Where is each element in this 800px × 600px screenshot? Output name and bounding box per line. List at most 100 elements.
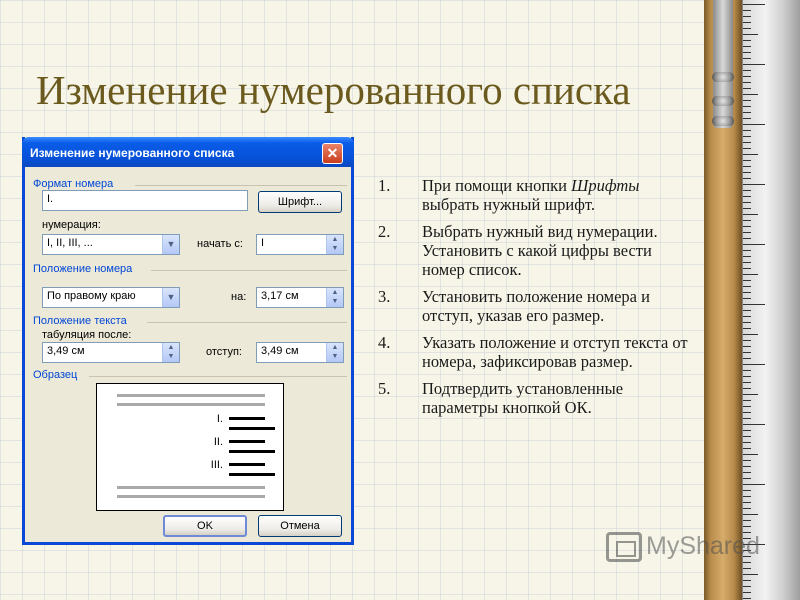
- ruler-ring: [712, 116, 734, 126]
- tab-value: 3,49 см: [47, 345, 85, 357]
- ruler-tick: [743, 118, 751, 119]
- ruler-tick: [743, 178, 751, 179]
- ruler-tick: [743, 514, 758, 515]
- at-spinner[interactable]: 3,17 см ▲ ▼: [256, 287, 344, 308]
- group-divider: [135, 185, 347, 186]
- sample-preview: I. II. III.: [96, 383, 284, 511]
- ruler-tick: [743, 454, 758, 455]
- spinner-arrows-icon[interactable]: ▲ ▼: [162, 343, 179, 362]
- preview-line: [229, 427, 275, 430]
- ruler-tick: [743, 352, 751, 353]
- ruler-tick: [743, 184, 765, 185]
- numbering-select[interactable]: I, II, III, ... ▼: [42, 234, 180, 255]
- ruler-tick: [743, 586, 751, 587]
- preview-line: [229, 450, 275, 453]
- step-text: выбрать нужный шрифт.: [422, 195, 595, 214]
- ruler-tick: [743, 436, 751, 437]
- ruler-tick: [743, 526, 751, 527]
- ruler-tick: [743, 310, 751, 311]
- ruler-tick: [743, 520, 751, 521]
- ruler-tick: [743, 262, 751, 263]
- ruler-tick: [743, 304, 765, 305]
- dialog-titlebar[interactable]: Изменение нумерованного списка ✕: [22, 137, 354, 167]
- ruler-tick: [743, 220, 751, 221]
- ruler-tick: [743, 34, 758, 35]
- chevron-down-icon: ▼: [162, 288, 179, 307]
- step-number: 5.: [378, 379, 391, 398]
- preview-bar: [117, 394, 265, 397]
- font-button[interactable]: Шрифт...: [258, 191, 342, 213]
- ruler-tick: [743, 40, 751, 41]
- position-select[interactable]: По правому краю ▼: [42, 287, 180, 308]
- ruler-tick: [743, 10, 751, 11]
- preview-bar: [117, 495, 265, 498]
- ruler-tick: [743, 136, 751, 137]
- ruler-tick: [743, 322, 751, 323]
- indent-spinner[interactable]: 3,49 см ▲ ▼: [256, 342, 344, 363]
- ruler-tick: [743, 154, 758, 155]
- text-group-label: Положение текста: [33, 315, 127, 327]
- step-item: 5. Подтвердить установленные параметры кн…: [378, 379, 698, 417]
- spinner-arrows-icon[interactable]: ▲ ▼: [326, 235, 343, 254]
- step-text: Указать положение и отступ текста от ном…: [422, 333, 688, 371]
- group-divider: [89, 376, 347, 377]
- preview-line: [229, 440, 265, 443]
- at-label: на:: [231, 291, 247, 303]
- ruler-tick: [743, 16, 751, 17]
- ruler-tick: [743, 52, 751, 53]
- preview-line: [229, 463, 265, 466]
- ruler-tick: [743, 190, 751, 191]
- step-emphasis: Шрифты: [571, 176, 640, 195]
- ruler-ring: [712, 96, 734, 106]
- ruler-tick: [743, 418, 751, 419]
- ruler-tick: [743, 202, 751, 203]
- ruler-tick: [743, 508, 751, 509]
- spinner-arrows-icon[interactable]: ▲ ▼: [326, 343, 343, 362]
- start-spinner[interactable]: I ▲ ▼: [256, 234, 344, 255]
- tab-spinner[interactable]: 3,49 см ▲ ▼: [42, 342, 180, 363]
- ruler-tick: [743, 88, 751, 89]
- ruler-tick: [743, 58, 751, 59]
- ruler-tick: [743, 496, 751, 497]
- cancel-button[interactable]: Отмена: [258, 515, 342, 537]
- wooden-ruler: [704, 0, 742, 600]
- ruler-tick: [743, 238, 751, 239]
- close-button[interactable]: ✕: [322, 143, 343, 164]
- slide-title: Изменение нумерованного списка: [36, 67, 631, 113]
- ruler-tick: [743, 328, 751, 329]
- ruler-tick: [743, 244, 765, 245]
- ruler-tick: [743, 580, 751, 581]
- preview-line: [229, 417, 265, 420]
- position-value: По правому краю: [47, 290, 136, 302]
- format-input[interactable]: I.: [42, 190, 248, 211]
- ruler-tick: [743, 466, 751, 467]
- ruler-tick: [743, 400, 751, 401]
- ruler-ring: [712, 72, 734, 82]
- ruler-tick: [743, 394, 758, 395]
- ruler-tick: [743, 292, 751, 293]
- ruler-tick: [743, 214, 758, 215]
- dialog-title: Изменение нумерованного списка: [30, 146, 235, 160]
- steps-list: 1. При помощи кнопки Шрифты выбрать нужны…: [378, 176, 698, 425]
- step-item: 3. Установить положение номера и отступ, …: [378, 287, 698, 325]
- ruler-tick: [743, 502, 751, 503]
- ruler-tick: [743, 484, 765, 485]
- ruler-tick: [743, 82, 751, 83]
- ruler-tick: [743, 142, 751, 143]
- step-text: Выбрать нужный вид нумерации. Установить…: [422, 222, 658, 279]
- sample-group-label: Образец: [33, 369, 78, 381]
- preview-number: I.: [216, 413, 223, 425]
- step-number: 4.: [378, 333, 391, 352]
- ruler-tick: [743, 478, 751, 479]
- step-item: 4. Указать положение и отступ текста от н…: [378, 333, 698, 371]
- ruler-tick: [743, 424, 765, 425]
- ruler-tick: [743, 448, 751, 449]
- group-divider: [151, 270, 347, 271]
- spinner-arrows-icon[interactable]: ▲ ▼: [326, 288, 343, 307]
- ruler-tick: [743, 256, 751, 257]
- indent-label: отступ:: [206, 346, 242, 358]
- ruler-tick: [743, 208, 751, 209]
- ruler-tick: [743, 166, 751, 167]
- ok-button[interactable]: OK: [163, 515, 247, 537]
- ruler-tick: [743, 46, 751, 47]
